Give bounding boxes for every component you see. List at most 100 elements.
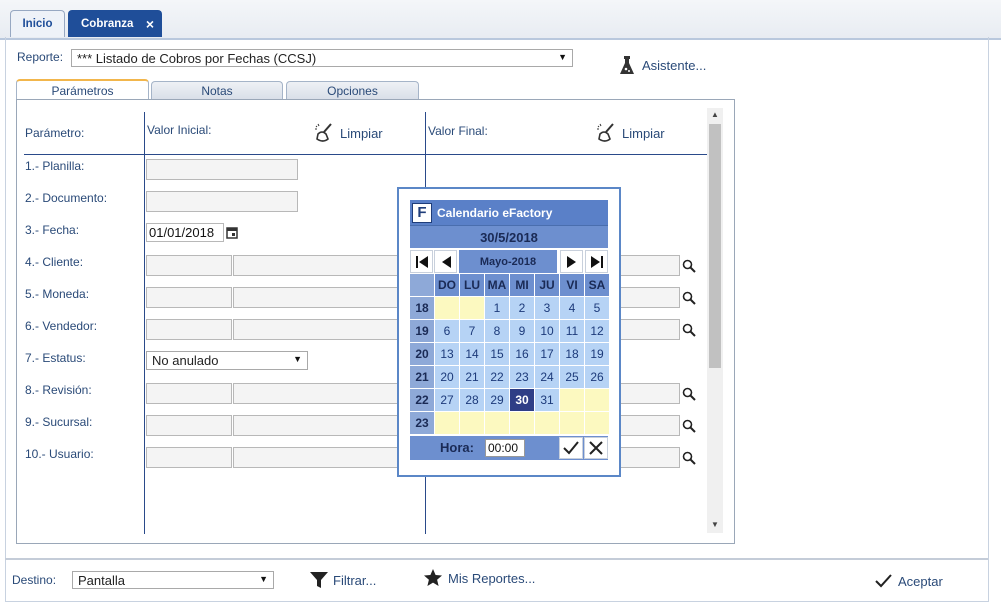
calendar-day[interactable]: 18: [560, 343, 584, 365]
calendar-day-selected[interactable]: 30: [510, 389, 534, 411]
param-label-fecha: 3.- Fecha:: [25, 223, 80, 237]
vendedor-final-input[interactable]: [619, 319, 680, 340]
calendar-day[interactable]: 27: [435, 389, 459, 411]
calendar-day[interactable]: 28: [460, 389, 484, 411]
calendar-header: F Calendario eFactory: [410, 200, 608, 225]
cliente-final-input[interactable]: [619, 255, 680, 276]
filtrar-button[interactable]: Filtrar...: [310, 570, 376, 590]
calendar-day[interactable]: 5: [585, 297, 609, 319]
calendar-day[interactable]: 16: [510, 343, 534, 365]
calendar-day[interactable]: 20: [435, 366, 459, 388]
calendar-day[interactable]: 14: [460, 343, 484, 365]
tab-opciones[interactable]: Opciones: [286, 81, 419, 100]
calendar-selected-date: 30/5/2018: [410, 225, 608, 248]
cliente-desc-input[interactable]: [233, 255, 398, 276]
documento-input[interactable]: [146, 191, 298, 212]
first-month-button[interactable]: [410, 250, 433, 273]
calendar-day[interactable]: 4: [560, 297, 584, 319]
param-label-vendedor: 6.- Vendedor:: [25, 319, 98, 333]
vendedor-desc-input[interactable]: [233, 319, 398, 340]
star-icon: [424, 569, 442, 586]
search-icon[interactable]: [682, 259, 696, 273]
usuario-desc-input[interactable]: [233, 447, 398, 468]
moneda-code-input[interactable]: [146, 287, 232, 308]
sucursal-code-input[interactable]: [146, 415, 232, 436]
moneda-desc-input[interactable]: [233, 287, 398, 308]
calendar-day[interactable]: 2: [510, 297, 534, 319]
tab-parametros[interactable]: Parámetros: [16, 79, 149, 100]
calendar-day[interactable]: 12: [585, 320, 609, 342]
limpiar-final-button[interactable]: Limpiar: [597, 122, 665, 144]
revision-code-input[interactable]: [146, 383, 232, 404]
calendar-day[interactable]: 17: [535, 343, 559, 365]
tab-opciones-label: Opciones: [327, 84, 378, 98]
calendar-day[interactable]: 9: [510, 320, 534, 342]
param-label-cliente: 4.- Cliente:: [25, 255, 84, 269]
search-icon[interactable]: [682, 451, 696, 465]
calendar-confirm-button[interactable]: [559, 437, 583, 459]
scroll-up-icon[interactable]: ▲: [711, 110, 719, 119]
tab-notas[interactable]: Notas: [151, 81, 283, 100]
aceptar-button[interactable]: Aceptar: [875, 571, 943, 591]
search-icon[interactable]: [682, 419, 696, 433]
calendar-day[interactable]: 15: [485, 343, 509, 365]
moneda-final-input[interactable]: [619, 287, 680, 308]
search-icon[interactable]: [682, 291, 696, 305]
calendar-day[interactable]: 1: [485, 297, 509, 319]
skip-forward-icon: [590, 255, 603, 268]
next-month-button[interactable]: [560, 250, 583, 273]
month-label: Mayo-2018: [479, 255, 537, 268]
limpiar-inicial-button[interactable]: Limpiar: [315, 122, 383, 144]
param-label-moneda: 5.- Moneda:: [25, 287, 90, 301]
estatus-select[interactable]: No anulado ▼: [146, 351, 308, 370]
search-icon[interactable]: [682, 323, 696, 337]
usuario-code-input[interactable]: [146, 447, 232, 468]
calendar-day[interactable]: 10: [535, 320, 559, 342]
sucursal-desc-input[interactable]: [233, 415, 398, 436]
calendar-day[interactable]: 13: [435, 343, 459, 365]
calendar-icon[interactable]: [226, 226, 238, 239]
calendar-day[interactable]: 25: [560, 366, 584, 388]
calendar-day[interactable]: 24: [535, 366, 559, 388]
calendar-day[interactable]: 11: [560, 320, 584, 342]
prev-month-button[interactable]: [434, 250, 457, 273]
tab-cobranza[interactable]: Cobranza ×: [68, 10, 162, 37]
calendar-day[interactable]: 23: [510, 366, 534, 388]
vendedor-code-input[interactable]: [146, 319, 232, 340]
calendar-day[interactable]: 31: [535, 389, 559, 411]
day-header: DO: [435, 274, 459, 296]
calendar-cancel-button[interactable]: [584, 437, 608, 459]
fecha-input[interactable]: 01/01/2018: [146, 223, 224, 242]
calendar-day[interactable]: 3: [535, 297, 559, 319]
mis-reportes-button[interactable]: Mis Reportes...: [424, 568, 535, 588]
revision-desc-input[interactable]: [233, 383, 398, 404]
search-icon[interactable]: [682, 387, 696, 401]
tab-inicio[interactable]: Inicio: [10, 10, 65, 37]
destino-select[interactable]: Pantalla ▼: [72, 571, 274, 589]
tab-parametros-label: Parámetros: [51, 83, 114, 98]
week-number: 20: [410, 343, 434, 365]
revision-final-input[interactable]: [619, 383, 680, 404]
calendar-month: Mayo-2018: [459, 250, 557, 273]
scrollbar-thumb[interactable]: [709, 124, 721, 368]
calendar-day[interactable]: 22: [485, 366, 509, 388]
calendar-day[interactable]: 21: [460, 366, 484, 388]
calendar-day[interactable]: 7: [460, 320, 484, 342]
cliente-code-input[interactable]: [146, 255, 232, 276]
asistente-button[interactable]: Asistente...: [620, 55, 720, 75]
scroll-down-icon[interactable]: ▼: [711, 520, 719, 529]
calendar-day[interactable]: 29: [485, 389, 509, 411]
calendar-day[interactable]: 6: [435, 320, 459, 342]
calendar-day[interactable]: 26: [585, 366, 609, 388]
close-icon[interactable]: ×: [146, 16, 154, 32]
calendar-day[interactable]: 19: [585, 343, 609, 365]
last-month-button[interactable]: [585, 250, 608, 273]
usuario-final-input[interactable]: [619, 447, 680, 468]
sucursal-final-input[interactable]: [619, 415, 680, 436]
reporte-select[interactable]: *** Listado de Cobros por Fechas (CCSJ) …: [71, 49, 573, 67]
calendar-day-empty: [435, 412, 459, 434]
arrow-left-icon: [441, 255, 451, 268]
hora-input[interactable]: 00:00: [485, 439, 525, 457]
planilla-input[interactable]: [146, 159, 298, 180]
calendar-day[interactable]: 8: [485, 320, 509, 342]
